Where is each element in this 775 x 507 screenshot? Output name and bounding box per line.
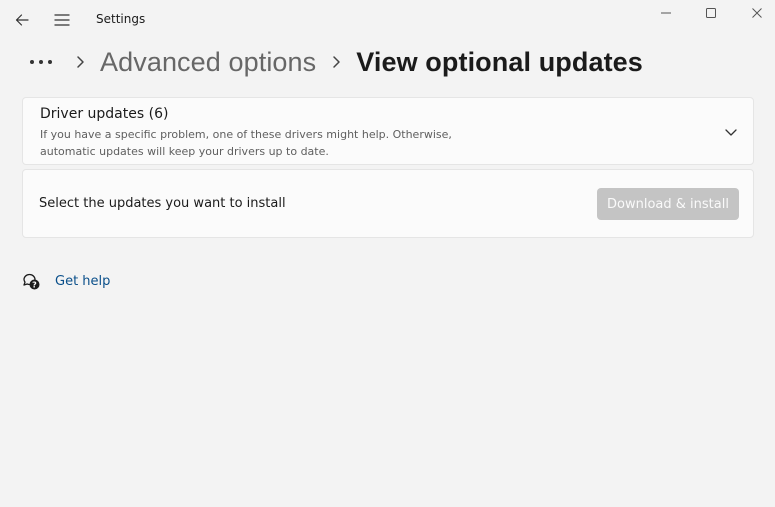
get-help-label[interactable]: Get help <box>55 274 110 289</box>
help-chat-icon: ? <box>20 270 42 292</box>
expand-driver-updates-button[interactable] <box>719 120 743 144</box>
chevron-right-icon <box>77 56 84 68</box>
driver-updates-description: If you have a specific problem, one of t… <box>40 128 452 158</box>
minimize-icon <box>661 12 671 14</box>
breadcrumb-separator <box>60 55 100 69</box>
breadcrumb-separator <box>316 55 356 69</box>
maximize-icon <box>706 8 716 18</box>
page-title: View optional updates <box>356 46 643 77</box>
close-button[interactable] <box>734 0 775 26</box>
back-arrow-icon <box>15 14 29 26</box>
driver-updates-title: Driver updates (6) <box>40 106 169 122</box>
breadcrumb: Advanced options View optional updates <box>22 42 643 82</box>
select-updates-label: Select the updates you want to install <box>39 196 286 211</box>
more-dots-icon <box>30 60 52 64</box>
minimize-button[interactable] <box>643 0 689 26</box>
close-icon <box>752 8 762 18</box>
get-help-link[interactable]: ? Get help <box>20 270 110 292</box>
chevron-down-icon <box>725 129 737 136</box>
chevron-right-icon <box>333 56 341 68</box>
breadcrumb-advanced-options[interactable]: Advanced options <box>100 47 316 78</box>
hamburger-menu-icon <box>54 14 70 26</box>
breadcrumb-more-button[interactable] <box>22 44 60 80</box>
svg-text:?: ? <box>32 281 37 290</box>
download-install-button[interactable]: Download & install <box>597 188 739 220</box>
driver-updates-card[interactable]: Driver updates (6) If you have a specifi… <box>22 97 754 165</box>
app-title: Settings <box>96 12 146 26</box>
back-button[interactable] <box>7 5 37 35</box>
title-bar: Settings <box>0 0 775 40</box>
maximize-button[interactable] <box>688 0 734 26</box>
install-updates-card: Select the updates you want to install D… <box>22 169 754 238</box>
menu-button[interactable] <box>47 5 77 35</box>
